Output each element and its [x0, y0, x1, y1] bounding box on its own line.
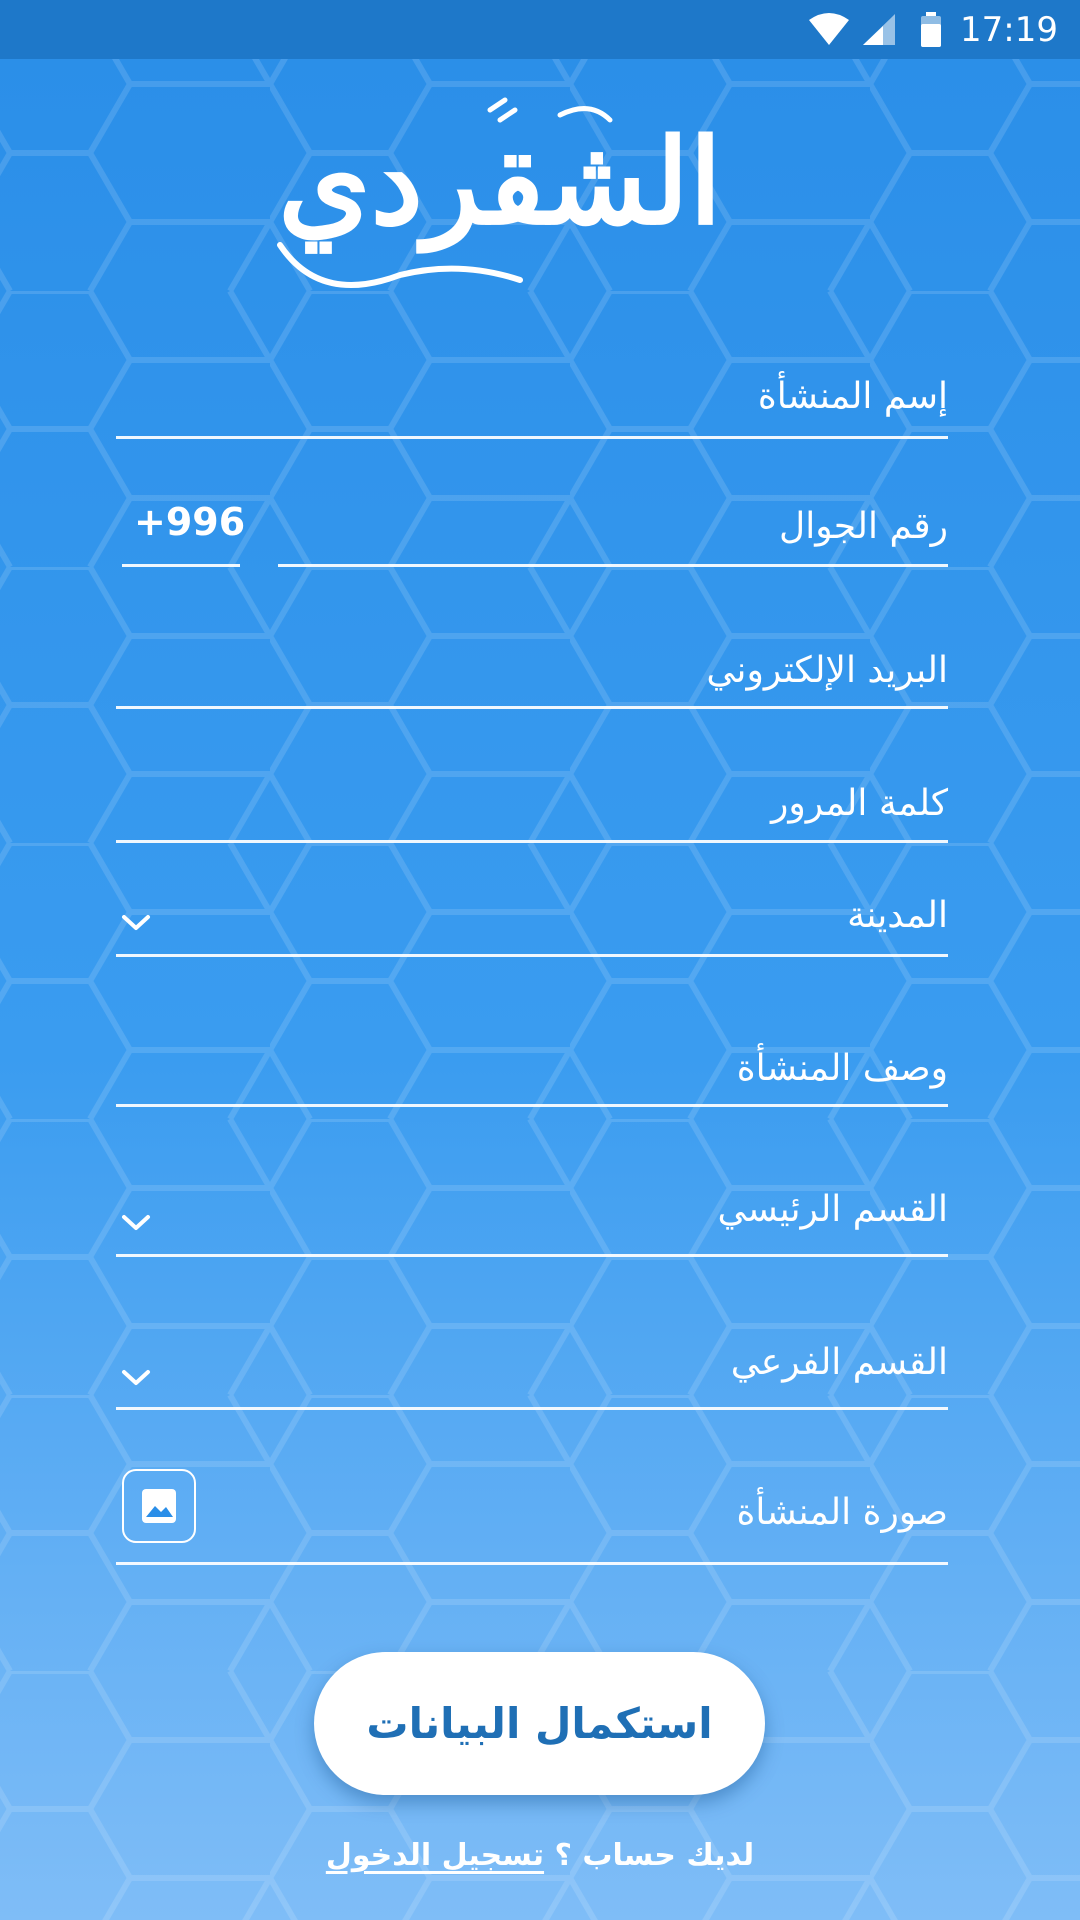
- chevron-down-icon: [122, 915, 150, 930]
- login-prompt-text: لديك حساب ؟: [554, 1838, 755, 1873]
- wifi-icon: [809, 13, 849, 45]
- name-field-label: إسم المنشأة: [757, 376, 948, 417]
- main-category-label: القسم الرئيسي: [717, 1189, 948, 1230]
- phone-field[interactable]: رقم الجوال: [278, 500, 948, 567]
- email-field[interactable]: البريد الإلكتروني: [116, 640, 948, 709]
- sub-category-dropdown[interactable]: القسم الفرعي: [116, 1338, 948, 1410]
- login-link[interactable]: تسجيل الدخول: [326, 1838, 544, 1873]
- image-field-label: صورة المنشأة: [736, 1492, 948, 1533]
- battery-icon: [921, 12, 941, 47]
- status-time: 17:19: [960, 10, 1058, 50]
- password-field-label: كلمة المرور: [770, 783, 948, 824]
- chevron-down-icon: [122, 1370, 150, 1385]
- register-screen: 17:19 الشقردي إسم المنشأة رقم الجوال +99…: [0, 0, 1080, 1920]
- login-prompt: لديك حساب ؟ تسجيل الدخول: [0, 1838, 1080, 1873]
- email-field-label: البريد الإلكتروني: [706, 650, 948, 691]
- phone-field-label: رقم الجوال: [779, 506, 948, 547]
- city-dropdown[interactable]: المدينة: [116, 895, 948, 957]
- complete-data-button[interactable]: استكمال البيانات: [314, 1652, 765, 1795]
- signal-icon: [863, 14, 895, 45]
- image-icon: [142, 1489, 176, 1523]
- brand-logo: الشقردي: [260, 95, 740, 305]
- image-field[interactable]: صورة المنشأة: [116, 1486, 948, 1565]
- chevron-down-icon: [122, 1215, 150, 1230]
- country-code-field[interactable]: +996: [122, 500, 245, 567]
- logo-text: الشقردي: [278, 112, 722, 251]
- status-bar: 17:19: [0, 0, 1080, 59]
- main-category-dropdown[interactable]: القسم الرئيسي: [116, 1185, 948, 1257]
- sub-category-label: القسم الفرعي: [730, 1342, 948, 1383]
- country-code: +996: [134, 500, 246, 544]
- city-dropdown-label: المدينة: [847, 895, 948, 936]
- description-field-label: وصف المنشأة: [736, 1048, 948, 1089]
- name-field[interactable]: إسم المنشأة: [116, 370, 948, 439]
- description-field[interactable]: وصف المنشأة: [116, 1040, 948, 1107]
- password-field[interactable]: كلمة المرور: [116, 775, 948, 843]
- image-picker-button[interactable]: [122, 1469, 196, 1543]
